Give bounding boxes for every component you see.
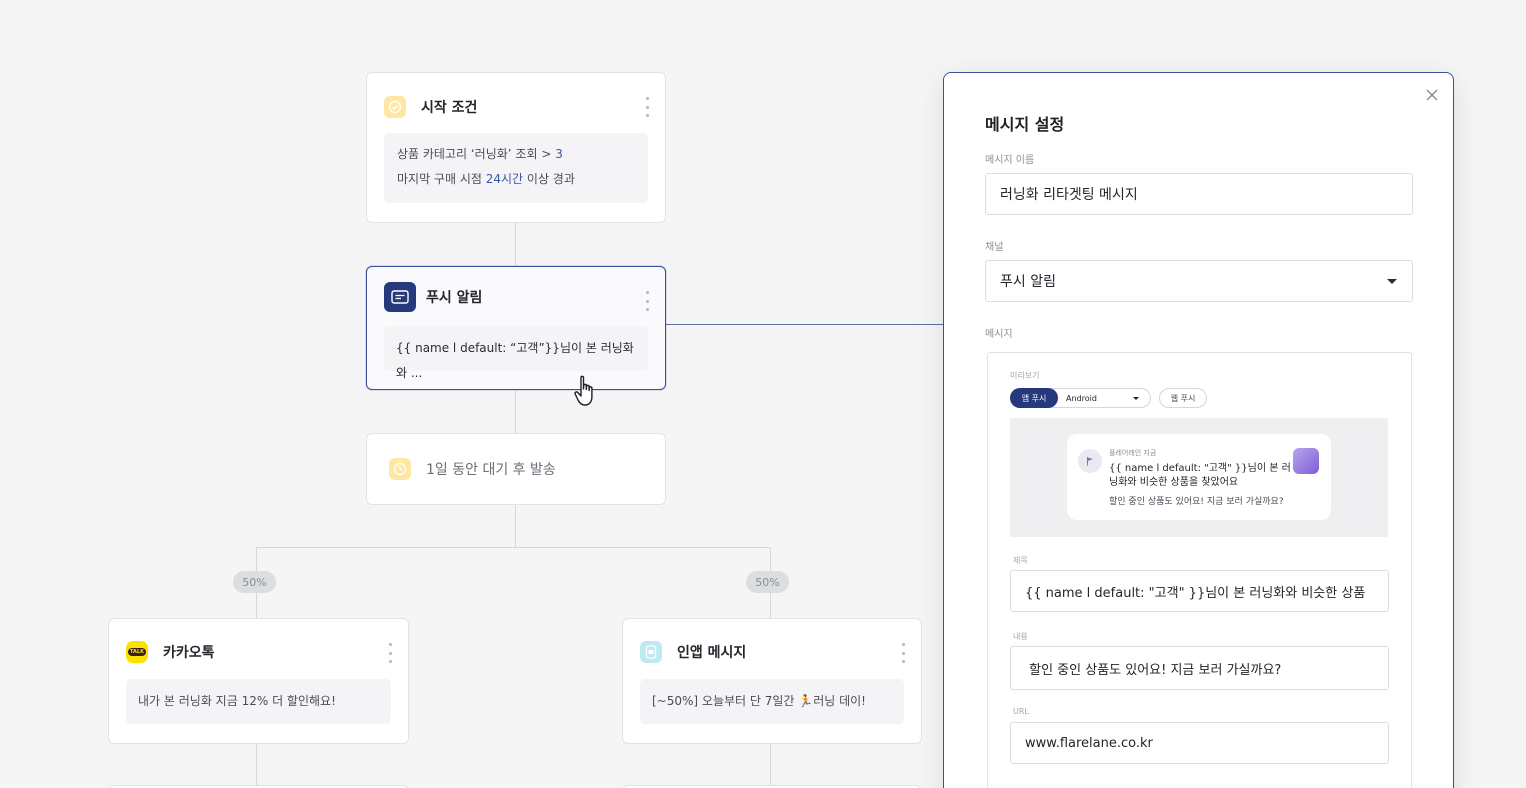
start-node-menu-icon[interactable] — [645, 97, 649, 117]
connector-start-push — [515, 223, 516, 266]
channel-label: 채널 — [985, 242, 1004, 253]
condition-line-2: 마지막 구매 시점 24시간 이상 경과 — [397, 172, 575, 186]
split-right-percent: 50% — [746, 571, 789, 593]
connector-kakao-down — [256, 744, 257, 788]
wait-node[interactable]: 1일 동안 대기 후 발송 — [366, 433, 666, 505]
push-node-menu-icon[interactable] — [645, 291, 649, 311]
title-label: 제목 — [1013, 556, 1028, 565]
push-notification-node[interactable]: 푸시 알림 {{ name l default: “고객”}}님이 본 러닝화와… — [366, 266, 666, 390]
os-chevron-down-icon — [1133, 397, 1139, 400]
push-message-icon — [384, 282, 416, 312]
start-node-conditions: 상품 카테고리 ‘러닝화’ 조회 > 3 마지막 구매 시점 24시간 이상 경… — [384, 133, 648, 203]
url-label: URL — [1013, 707, 1029, 716]
connector-push-wait — [515, 390, 516, 433]
notif-body: 할인 중인 상품도 있어요! 지금 보러 가실까요? — [1109, 497, 1284, 507]
push-node-title: 푸시 알림 — [426, 290, 483, 306]
connector-wait-split — [515, 505, 516, 547]
hand-cursor-icon — [574, 375, 593, 406]
message-settings-panel: 메시지 설정 메시지 이름 러닝화 리타겟팅 메시지 채널 푸시 알림 메시지 … — [943, 72, 1454, 788]
panel-title: 메시지 설정 — [985, 115, 1065, 134]
notif-title: {{ name l default: "고객" }}님이 본 러닝화와 비슷한 … — [1109, 463, 1291, 488]
content-input[interactable]: 할인 중인 상품도 있어요! 지금 보러 가실까요? — [1010, 646, 1389, 690]
wait-node-title: 1일 동안 대기 후 발송 — [426, 462, 556, 478]
message-name-label: 메시지 이름 — [985, 155, 1035, 166]
inapp-node-menu-icon[interactable] — [901, 643, 905, 663]
message-label: 메시지 — [985, 329, 1013, 340]
os-select[interactable]: Android — [1066, 394, 1097, 403]
in-app-message-node[interactable]: 인앱 메시지 [~50%] 오늘부터 단 7일간 🏃러닝 데이! — [622, 618, 922, 744]
start-node-title: 시작 조건 — [421, 100, 478, 116]
app-push-os-group: 앱 푸시 Android — [1010, 388, 1151, 408]
split-left-percent: 50% — [233, 571, 276, 593]
push-preview-area: 플레어레인 지금 {{ name l default: "고객" }}님이 본 … — [1010, 418, 1388, 537]
condition-line-1: 상품 카테고리 ‘러닝화’ 조회 > 3 — [397, 147, 563, 161]
inapp-node-message: [~50%] 오늘부터 단 7일간 🏃러닝 데이! — [640, 679, 904, 724]
flag-icon — [1078, 449, 1102, 473]
url-input[interactable]: www.flarelane.co.kr — [1010, 722, 1389, 764]
kakaotalk-node[interactable]: TALK 카카오톡 내가 본 러닝화 지금 12% 더 할인해요! — [108, 618, 409, 744]
notif-app-name: 플레어레인 지금 — [1109, 449, 1157, 457]
title-input[interactable]: {{ name l default: "고객" }}님이 본 러닝화와 비슷한 … — [1010, 570, 1389, 612]
in-app-message-icon — [640, 641, 662, 663]
connector-inapp-down — [770, 744, 771, 788]
message-editor: 미리보기 앱 푸시 Android 웹 푸시 플레어레인 지금 {{ name … — [987, 352, 1412, 788]
kakaotalk-icon: TALK — [126, 641, 148, 663]
connector-split-horizontal — [256, 547, 771, 548]
notif-thumbnail — [1293, 448, 1319, 474]
preview-toggle: 앱 푸시 Android 웹 푸시 — [1010, 388, 1207, 408]
chevron-down-icon — [1387, 279, 1397, 284]
content-label: 내용 — [1013, 632, 1028, 641]
kakao-node-title: 카카오톡 — [163, 645, 215, 661]
kakao-node-menu-icon[interactable] — [388, 643, 392, 663]
push-notification-preview: 플레어레인 지금 {{ name l default: "고객" }}님이 본 … — [1067, 434, 1331, 520]
check-circle-icon — [384, 96, 406, 118]
push-node-message: {{ name l default: “고객”}}님이 본 러닝화와 ... — [384, 326, 648, 380]
channel-select[interactable]: 푸시 알림 — [985, 260, 1413, 302]
message-name-input[interactable]: 러닝화 리타겟팅 메시지 — [985, 173, 1413, 215]
tab-web-push[interactable]: 웹 푸시 — [1159, 388, 1207, 408]
preview-label: 미리보기 — [1010, 371, 1040, 380]
connector-push-panel — [666, 324, 944, 325]
close-icon[interactable] — [1422, 85, 1442, 105]
kakao-node-message: 내가 본 러닝화 지금 12% 더 할인해요! — [126, 679, 391, 724]
start-condition-node[interactable]: 시작 조건 상품 카테고리 ‘러닝화’ 조회 > 3 마지막 구매 시점 24시… — [366, 72, 666, 223]
clock-icon — [389, 458, 411, 480]
inapp-node-title: 인앱 메시지 — [677, 645, 747, 661]
tab-app-push[interactable]: 앱 푸시 — [1010, 388, 1058, 408]
